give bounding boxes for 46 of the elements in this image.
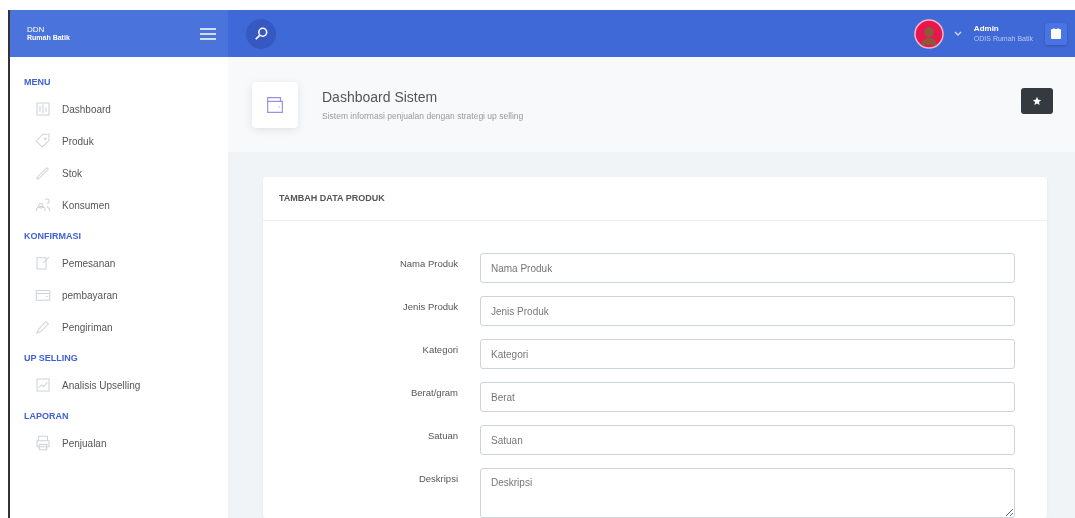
page-subtitle: Sistem informasi penjualan dengan strategi up selling <box>322 110 524 121</box>
menu-item-icon <box>34 196 52 214</box>
sidebar-item[interactable]: Penjualan <box>24 427 228 459</box>
sidebar-item[interactable]: Stok <box>24 157 228 189</box>
calendar-button[interactable] <box>1045 22 1067 45</box>
user-avatar[interactable] <box>913 18 944 49</box>
brand-logo-text: DDN <box>27 26 46 34</box>
star-icon <box>1032 95 1042 106</box>
sidebar-item[interactable]: Dashboard <box>24 93 228 125</box>
sidebar-item[interactable]: Pengiriman <box>24 311 228 343</box>
page-title: Dashboard Sistem <box>322 88 439 105</box>
sidebar-heading: KONFIRMASI <box>24 230 82 243</box>
sidebar-item[interactable]: pembayaran <box>24 279 228 311</box>
menu-item-icon <box>34 164 52 182</box>
description-field[interactable]: Deskripsi <box>480 468 1015 518</box>
menu-item-icon <box>34 376 52 394</box>
field-label: Nama Produk <box>398 257 458 269</box>
menu-item-icon <box>34 254 52 272</box>
menu-item-icon <box>34 434 52 452</box>
card-title: TAMBAH DATA PRODUK <box>263 177 1047 221</box>
sidebar-heading: UP SELLING <box>24 352 79 365</box>
sidebar-item[interactable]: Konsumen <box>24 189 228 221</box>
sidebar-item[interactable]: Analisis Upselling <box>24 369 228 401</box>
input-field[interactable]: Berat <box>480 382 1015 412</box>
field-label: Jenis Produk <box>402 300 458 312</box>
star-button[interactable] <box>1021 87 1053 114</box>
caret-icon[interactable] <box>953 30 962 37</box>
calendar-icon <box>1051 28 1061 39</box>
input-field[interactable]: Jenis Produk <box>480 296 1015 326</box>
field-label: Kategori <box>421 343 458 355</box>
sidebar-item[interactable]: Pemesanan <box>24 247 228 279</box>
sidebar-heading: LAPORAN <box>24 410 70 423</box>
sidebar-item[interactable]: Produk <box>24 125 228 157</box>
field-label: Berat/gram <box>410 386 458 398</box>
field-label: Deskripsi <box>417 472 458 484</box>
user-name: Admin <box>973 23 1000 35</box>
menu-icon[interactable] <box>200 27 216 40</box>
input-field[interactable]: Nama Produk <box>480 253 1015 283</box>
menu-item-icon <box>34 132 52 150</box>
menu-item-icon <box>34 100 52 118</box>
input-field[interactable]: Kategori <box>480 339 1015 369</box>
menu-item-icon <box>34 318 52 336</box>
sidebar-heading: MENU <box>24 76 52 89</box>
search-icon[interactable] <box>246 18 276 49</box>
input-field[interactable]: Satuan <box>480 425 1015 455</box>
field-label: Satuan <box>426 429 458 441</box>
